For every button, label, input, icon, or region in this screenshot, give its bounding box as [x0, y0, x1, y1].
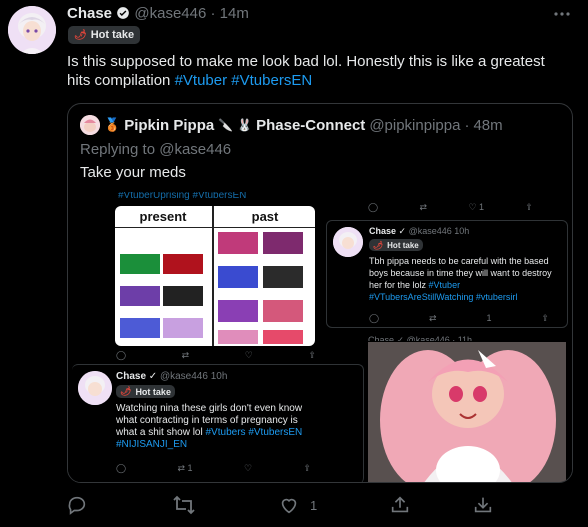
download-icon [474, 497, 492, 513]
collage-header-rule [115, 227, 315, 228]
quote-time[interactable]: 48m [473, 117, 502, 134]
mini1-time: 10h [454, 226, 470, 236]
quoted-tweet-card[interactable]: 🥉 Pipkin Pippa 🔪 🐰 Phase-Connect @pipkin… [67, 103, 573, 483]
hashtag-vtuber[interactable]: #Vtuber [175, 72, 228, 89]
replying-to[interactable]: Replying to @kase446 [80, 141, 231, 158]
mini-action-row-top: ◯ ⇄ ♡ ⇪ [116, 350, 316, 362]
mini-retweet-icon: ⇄ [181, 350, 190, 360]
mini1-badge: 🌶 Hot take [369, 239, 423, 251]
past-thumb-4 [263, 266, 303, 288]
mini-action-row-right-top: ◯ ⇄ ♡ 1 ⇪ [368, 202, 533, 214]
present-label: present [139, 209, 187, 224]
upload-icon [391, 496, 409, 513]
author-handle[interactable]: @kase446 [134, 5, 206, 22]
author-avatar[interactable] [8, 6, 56, 54]
mini1-handle: @kase446 [408, 226, 452, 236]
rabbit-icon: 🐰 [237, 118, 253, 132]
quote-author-name[interactable]: Pipkin Pippa [124, 117, 214, 134]
quote-handle[interactable]: @pipkinpippa [369, 117, 460, 134]
reply-button[interactable] [66, 494, 88, 516]
present-past-image: present past [115, 206, 315, 346]
past-thumb-6 [263, 300, 303, 322]
badge-label: Hot take [90, 29, 135, 41]
hashtag-vtubersen[interactable]: #VtubersEN [231, 72, 312, 89]
author-name[interactable]: Chase [67, 5, 112, 22]
mini-reply-icon: ◯ [368, 202, 379, 212]
chili-icon: 🌶 [74, 29, 87, 41]
mini1-actions: ◯ ⇄ 1 ⇪ [369, 313, 549, 323]
heart-icon [281, 498, 297, 514]
past-thumb-3 [218, 266, 258, 288]
past-thumb-1 [218, 232, 258, 254]
past-thumb-5 [218, 300, 258, 322]
share-button[interactable] [389, 494, 411, 516]
past-label: past [251, 209, 279, 224]
mini-like-icon: ♡ [244, 350, 253, 360]
mini-tweet-2: Chase ✓ @kase446 10h 🌶 Hot take Watching… [72, 364, 364, 482]
mini1-verified-icon: ✓ [398, 226, 407, 236]
header-separator: · [210, 5, 216, 22]
present-thumb-1 [120, 254, 160, 274]
quote-header: 🥉 Pipkin Pippa 🔪 🐰 Phase-Connect @pipkin… [80, 115, 503, 135]
mini2-header: Chase ✓ @kase446 10h [116, 371, 228, 382]
retweet-button[interactable] [172, 494, 196, 516]
mini1-header: Chase ✓ @kase446 10h [369, 226, 469, 237]
cropped-hashtag-line: #VtuberUprising #VtubersEN [118, 192, 247, 201]
past-thumb-7 [218, 330, 258, 344]
reply-icon [68, 496, 86, 515]
mini2-verified-icon: ✓ [148, 371, 158, 382]
tweet-time[interactable]: 14m [220, 5, 249, 22]
verified-icon [117, 7, 130, 19]
anime-boy-avatar-image [8, 6, 56, 54]
mini-share-icon: ⇪ [308, 350, 316, 360]
present-thumb-4 [163, 286, 203, 306]
past-thumb-8 [263, 330, 303, 344]
medal-icon: 🥉 [104, 117, 121, 132]
anime-girl-image [368, 342, 566, 482]
quote-avatar[interactable] [80, 115, 100, 135]
like-count: 1 [310, 497, 318, 513]
tweet-text: Is this supposed to make me look bad lol… [67, 52, 567, 90]
quote-text: Take your meds [80, 164, 186, 181]
mini-like-icon: ♡ 1 [468, 202, 485, 212]
like-button[interactable]: 1 [278, 494, 324, 516]
tweet-header: Chase @kase446 · 14m [67, 5, 249, 23]
present-thumb-5 [120, 318, 160, 338]
knife-icon: 🔪 [218, 118, 234, 132]
download-button[interactable] [472, 494, 494, 516]
cropped-right-header: Chase ✓ @kase446 · 11h [368, 335, 473, 341]
mini-tweet-1: Chase ✓ @kase446 10h 🌶 Hot take Tbh pipp… [326, 220, 568, 328]
quote-org-name: Phase-Connect [256, 116, 366, 134]
mini-share-icon: ⇪ [525, 202, 533, 212]
quote-media-collage[interactable]: #VtuberUprising #VtubersEN present past [68, 192, 572, 482]
quote-separator: · [464, 116, 470, 134]
present-thumb-3 [120, 286, 160, 306]
mini2-text: Watching nina these girls don't even kno… [116, 403, 303, 450]
mini1-name: Chase [369, 226, 397, 236]
past-thumb-2 [263, 232, 303, 254]
mini2-badge: 🌶 Hot take [116, 385, 175, 398]
more-options-icon[interactable] [552, 6, 572, 22]
mini-retweet-icon: ⇄ [419, 202, 428, 212]
mini2-actions: ◯ ⇄ 1 ♡ ⇪ [116, 463, 311, 473]
present-thumb-6 [163, 318, 203, 338]
mini1-avatar [333, 227, 363, 257]
chili-icon: 🌶 [373, 240, 384, 250]
mini2-avatar [78, 371, 112, 405]
hot-take-badge[interactable]: 🌶 Hot take [68, 26, 141, 44]
mini-reply-icon: ◯ [116, 350, 127, 360]
present-thumb-2 [163, 254, 203, 274]
chili-icon: 🌶 [120, 386, 132, 396]
retweet-icon [173, 495, 195, 515]
mini1-text: Tbh pippa needs to be careful with the b… [369, 256, 552, 302]
